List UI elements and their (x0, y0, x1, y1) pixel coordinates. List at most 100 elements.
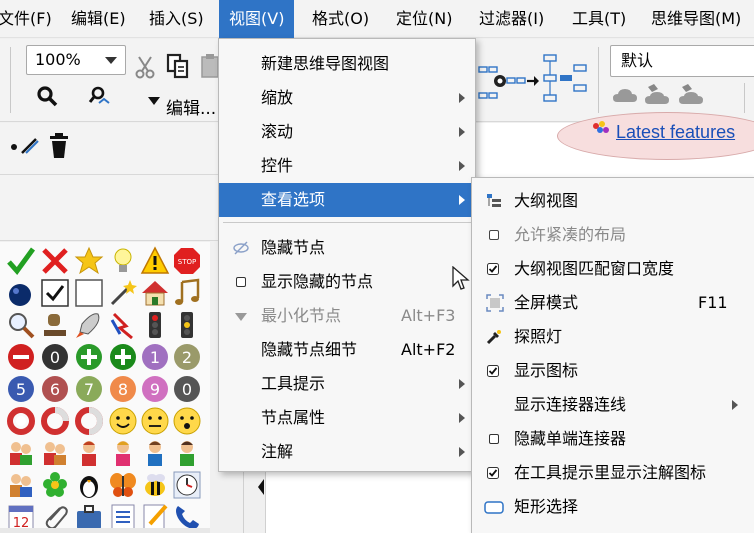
edit-dropdown-label[interactable]: 编辑... (166, 94, 216, 119)
user-female-icon[interactable] (108, 438, 138, 468)
menu-item-rectangle-selection[interactable]: 矩形选择 (472, 490, 754, 524)
menu-item-tooltips[interactable]: 工具提示 (219, 367, 475, 401)
magnifier-icon[interactable] (6, 310, 36, 340)
priority-7-icon[interactable]: 7 (74, 374, 104, 404)
checkbox-empty-icon[interactable] (74, 278, 104, 308)
family-icon[interactable] (6, 470, 36, 500)
checkbox-unchecked[interactable] (489, 230, 499, 240)
priority-2-icon[interactable]: 2 (172, 342, 202, 372)
menu-view[interactable]: 视图(V) (219, 0, 295, 38)
trash-icon[interactable] (48, 133, 70, 159)
stop-icon[interactable]: STOP (172, 246, 202, 276)
priority-5-icon[interactable]: 5 (6, 374, 36, 404)
menu-item-minimize-node[interactable]: 最小化节点 Alt+F3 (219, 299, 475, 333)
telescope-icon[interactable] (40, 310, 70, 340)
plus-green-icon[interactable] (74, 342, 104, 372)
menu-format[interactable]: 格式(O) (304, 0, 377, 38)
checkbox-checked-icon[interactable] (487, 263, 499, 275)
minus-red-icon[interactable] (6, 342, 36, 372)
cloud-icon[interactable] (612, 87, 638, 105)
checkbox-checked-icon[interactable] (40, 278, 70, 308)
menu-item-allow-compact-layout[interactable]: 允许紧凑的布局 (472, 218, 754, 252)
rocket-icon[interactable] (74, 310, 104, 340)
priority-1-icon[interactable]: 1 (140, 342, 170, 372)
priority-9-icon[interactable]: 9 (140, 374, 170, 404)
find-replace-icon[interactable] (88, 85, 112, 107)
zoom-select[interactable]: 100% (26, 45, 126, 75)
magic-wand-icon[interactable] (108, 278, 138, 308)
menu-filter[interactable]: 过滤器(I) (471, 0, 552, 38)
menu-item-spotlight[interactable]: 探照灯 (472, 320, 754, 354)
progress-ring-icon[interactable] (6, 406, 36, 436)
menu-item-controls[interactable]: 控件 (219, 149, 475, 183)
traffic-light-yellow-icon[interactable] (172, 310, 202, 340)
menu-item-hide-node[interactable]: 隐藏节点 (219, 231, 475, 265)
menu-item-scroll[interactable]: 滚动 (219, 115, 475, 149)
bee-icon[interactable] (140, 470, 170, 500)
menu-item-outline-fit-width[interactable]: 大纲视图匹配窗口宽度 (472, 252, 754, 286)
music-icon[interactable] (172, 278, 202, 308)
tree-layout-icon[interactable] (540, 51, 590, 107)
menu-item-hide-node-details[interactable]: 隐藏节点细节 Alt+F2 (219, 333, 475, 367)
remove-icon[interactable] (10, 135, 40, 157)
cloud-color-icon[interactable] (644, 83, 672, 107)
menu-mindmap[interactable]: 思维导图(M) (643, 0, 749, 38)
surprised-face-icon[interactable] (172, 406, 202, 436)
collapse-arrow-icon[interactable] (258, 479, 264, 495)
checkmark-icon[interactable] (6, 246, 36, 276)
menu-item-fullscreen[interactable]: 全屏模式 F11 (472, 286, 754, 320)
menu-item-node-attributes[interactable]: 节点属性 (219, 401, 475, 435)
menu-file[interactable]: 文件(F) (0, 0, 60, 38)
home-icon[interactable] (140, 278, 170, 308)
layout-icon[interactable] (477, 61, 527, 105)
priority-0-icon[interactable]: 0 (40, 342, 70, 372)
priority-0-grey-icon[interactable]: 0 (172, 374, 202, 404)
flower-icon[interactable] (40, 470, 70, 500)
lightbulb-icon[interactable] (108, 246, 138, 276)
progress-ring-icon[interactable] (74, 406, 104, 436)
paste-icon[interactable] (200, 53, 218, 79)
progress-ring-icon[interactable] (40, 406, 70, 436)
bomb-icon[interactable] (6, 278, 36, 308)
smiley-icon[interactable] (108, 406, 138, 436)
menu-item-show-note-icon-in-tooltip[interactable]: 在工具提示里显示注解图标 (472, 456, 754, 490)
broken-link-icon[interactable] (108, 310, 138, 340)
penguin-icon[interactable] (74, 470, 104, 500)
user-icon[interactable] (140, 438, 170, 468)
cross-icon[interactable] (40, 246, 70, 276)
menu-item-notes[interactable]: 注解 (219, 435, 475, 469)
user-female-icon[interactable] (74, 438, 104, 468)
checkbox-checked-icon[interactable] (487, 467, 499, 479)
priority-8-icon[interactable]: 8 (108, 374, 138, 404)
menu-insert[interactable]: 插入(S) (141, 0, 212, 38)
menu-item-show-connector-lines[interactable]: 显示连接器连线 (472, 388, 754, 422)
group-icon[interactable] (6, 438, 36, 468)
menu-item-view-options[interactable]: 查看选项 (219, 183, 475, 217)
priority-6-icon[interactable]: 6 (40, 374, 70, 404)
copy-icon[interactable] (166, 53, 190, 79)
star-icon[interactable] (74, 246, 104, 276)
menu-item-new-mindmap-view[interactable]: 新建思维导图视图 (219, 47, 475, 81)
search-icon[interactable] (36, 85, 58, 107)
latest-features-link[interactable]: Latest features (616, 122, 735, 143)
clock-icon[interactable] (172, 470, 202, 500)
checkbox-unchecked[interactable] (489, 434, 499, 444)
menu-item-zoom[interactable]: 缩放 (219, 81, 475, 115)
menu-item-show-icons[interactable]: 显示图标 (472, 354, 754, 388)
plus-green-dark-icon[interactable] (108, 342, 138, 372)
menu-item-outline-view[interactable]: 大纲视图 (472, 184, 754, 218)
menu-edit[interactable]: 编辑(E) (63, 0, 134, 38)
menu-item-hide-single-end-connectors[interactable]: 隐藏单端连接器 (472, 422, 754, 456)
checkbox-unchecked[interactable] (236, 277, 246, 287)
checkbox-checked-icon[interactable] (487, 365, 499, 377)
menu-item-show-hidden-nodes[interactable]: 显示隐藏的节点 (219, 265, 475, 299)
warning-icon[interactable] (140, 246, 170, 276)
style-select[interactable]: 默认 (610, 45, 754, 77)
butterfly-icon[interactable] (108, 470, 138, 500)
neutral-face-icon[interactable] (140, 406, 170, 436)
group-icon[interactable] (40, 438, 70, 468)
cloud-shape-icon[interactable] (678, 83, 706, 107)
menu-navigate[interactable]: 定位(N) (388, 0, 460, 38)
user-icon[interactable] (172, 438, 202, 468)
menu-tools[interactable]: 工具(T) (564, 0, 634, 38)
